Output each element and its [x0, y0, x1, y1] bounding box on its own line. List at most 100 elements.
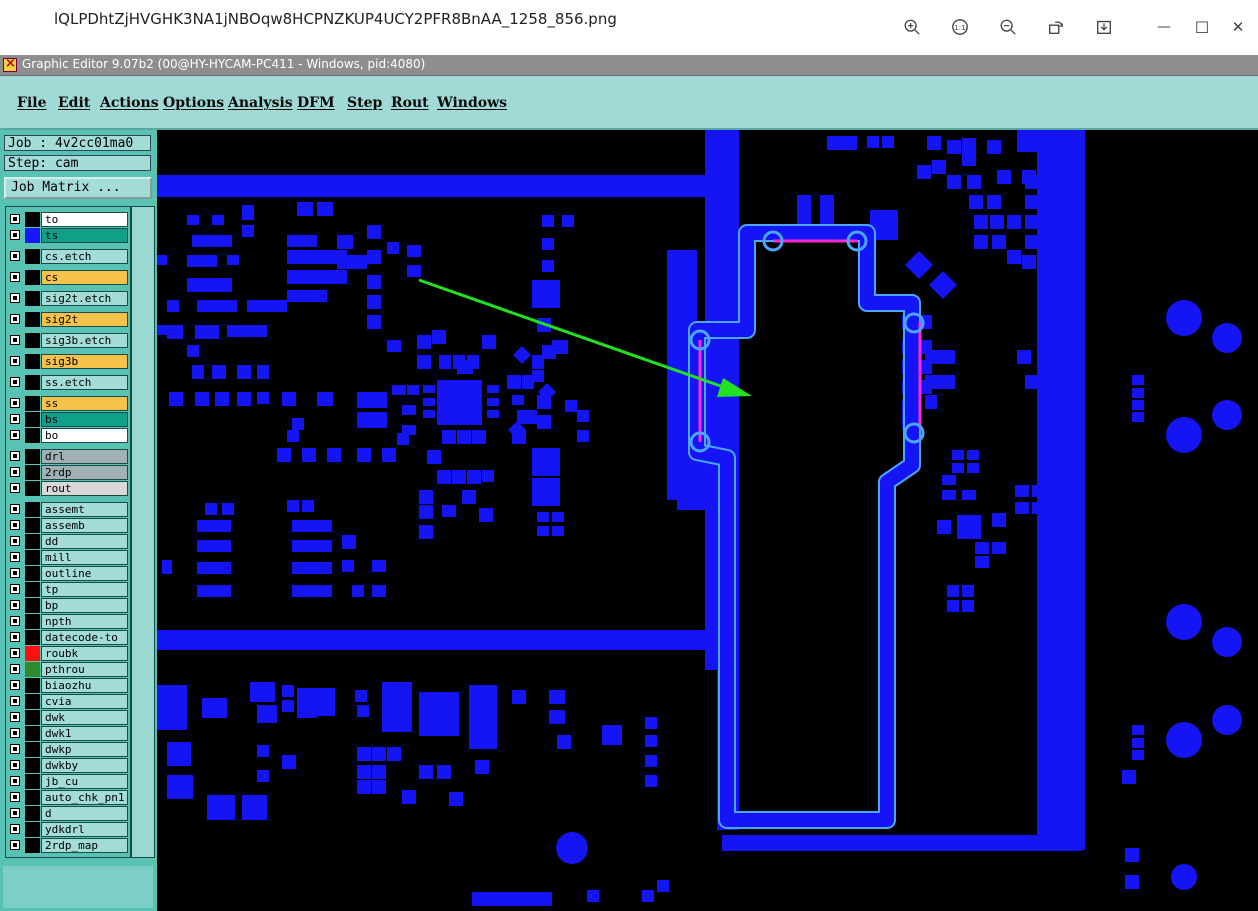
layer-color-swatch[interactable]	[25, 465, 40, 480]
layer-color-swatch[interactable]	[25, 212, 40, 227]
layer-row-cs[interactable]: cs	[8, 270, 128, 285]
layer-color-swatch[interactable]	[25, 354, 40, 369]
layer-checkbox[interactable]	[10, 467, 20, 477]
layer-checkbox[interactable]	[10, 776, 20, 786]
layer-row-ydkdrl[interactable]: ydkdrl	[8, 822, 128, 837]
layer-name-label[interactable]: sig3b.etch	[41, 333, 128, 348]
layer-checkbox[interactable]	[10, 520, 20, 530]
layer-row-dwk[interactable]: dwk	[8, 710, 128, 725]
layer-color-swatch[interactable]	[25, 550, 40, 565]
layer-color-swatch[interactable]	[25, 566, 40, 581]
pcb-canvas[interactable]	[157, 130, 1258, 911]
layer-row-bp[interactable]: bp	[8, 598, 128, 613]
layer-checkbox[interactable]	[10, 483, 20, 493]
layer-name-label[interactable]: jb_cu	[41, 774, 128, 789]
layer-checkbox[interactable]	[10, 377, 20, 387]
layer-row-dwkp[interactable]: dwkp	[8, 742, 128, 757]
layer-name-label[interactable]: biaozhu	[41, 678, 128, 693]
layer-color-swatch[interactable]	[25, 291, 40, 306]
layer-row-sig3b[interactable]: sig3b	[8, 354, 128, 369]
layer-row-roubk[interactable]: roubk	[8, 646, 128, 661]
layer-checkbox[interactable]	[10, 504, 20, 514]
layer-name-label[interactable]: dwkby	[41, 758, 128, 773]
layer-name-label[interactable]: 2rdp	[41, 465, 128, 480]
download-icon[interactable]	[1093, 16, 1115, 38]
menu-edit[interactable]: Edit	[58, 95, 90, 111]
menu-analysis[interactable]: Analysis	[228, 95, 293, 111]
layer-checkbox[interactable]	[10, 792, 20, 802]
layer-color-swatch[interactable]	[25, 598, 40, 613]
layer-row-datecode-to[interactable]: datecode-to	[8, 630, 128, 645]
layer-checkbox[interactable]	[10, 314, 20, 324]
layer-name-label[interactable]: to	[41, 212, 128, 227]
layer-name-label[interactable]: datecode-to	[41, 630, 128, 645]
layer-color-swatch[interactable]	[25, 806, 40, 821]
job-matrix-button[interactable]: Job Matrix ...	[4, 177, 152, 199]
menu-options[interactable]: Options	[163, 95, 224, 111]
layer-color-swatch[interactable]	[25, 396, 40, 411]
layer-checkbox[interactable]	[10, 616, 20, 626]
layer-checkbox[interactable]	[10, 356, 20, 366]
layer-row-dwk1[interactable]: dwk1	[8, 726, 128, 741]
layer-row-dd[interactable]: dd	[8, 534, 128, 549]
layer-row-sig3b.etch[interactable]: sig3b.etch	[8, 333, 128, 348]
menu-dfm[interactable]: DFM	[297, 95, 335, 111]
layer-row-sig2t.etch[interactable]: sig2t.etch	[8, 291, 128, 306]
menu-rout[interactable]: Rout	[391, 95, 429, 111]
layer-color-swatch[interactable]	[25, 790, 40, 805]
zoom-out-icon[interactable]	[997, 16, 1019, 38]
layer-color-swatch[interactable]	[25, 614, 40, 629]
layer-color-swatch[interactable]	[25, 630, 40, 645]
layer-color-swatch[interactable]	[25, 428, 40, 443]
layer-checkbox[interactable]	[10, 760, 20, 770]
layer-checkbox[interactable]	[10, 632, 20, 642]
layer-name-label[interactable]: auto_chk_pn1	[41, 790, 128, 805]
layer-row-rout[interactable]: rout	[8, 481, 128, 496]
minimize-button[interactable]: —	[1153, 16, 1175, 38]
layer-checkbox[interactable]	[10, 552, 20, 562]
menu-actions[interactable]: Actions	[100, 95, 159, 111]
layer-checkbox[interactable]	[10, 451, 20, 461]
layer-row-bo[interactable]: bo	[8, 428, 128, 443]
layer-name-label[interactable]: dwkp	[41, 742, 128, 757]
layer-checkbox[interactable]	[10, 398, 20, 408]
layer-row-auto_chk_pn1[interactable]: auto_chk_pn1	[8, 790, 128, 805]
layer-color-swatch[interactable]	[25, 502, 40, 517]
layer-checkbox[interactable]	[10, 584, 20, 594]
actual-size-icon[interactable]: 1:1	[949, 16, 971, 38]
layer-name-label[interactable]: assemt	[41, 502, 128, 517]
layer-color-swatch[interactable]	[25, 822, 40, 837]
layer-name-label[interactable]: mill	[41, 550, 128, 565]
layer-color-swatch[interactable]	[25, 678, 40, 693]
close-button[interactable]: ✕	[1227, 16, 1249, 38]
layer-name-label[interactable]: ydkdrl	[41, 822, 128, 837]
layer-row-sig2t[interactable]: sig2t	[8, 312, 128, 327]
layer-checkbox[interactable]	[10, 536, 20, 546]
layer-row-mill[interactable]: mill	[8, 550, 128, 565]
layer-name-label[interactable]: assemb	[41, 518, 128, 533]
layer-name-label[interactable]: sig2t	[41, 312, 128, 327]
layer-row-npth[interactable]: npth	[8, 614, 128, 629]
layer-checkbox[interactable]	[10, 230, 20, 240]
layer-checkbox[interactable]	[10, 808, 20, 818]
layer-row-jb_cu[interactable]: jb_cu	[8, 774, 128, 789]
layer-name-label[interactable]: bo	[41, 428, 128, 443]
layer-name-label[interactable]: d	[41, 806, 128, 821]
layer-row-pthrou[interactable]: pthrou	[8, 662, 128, 677]
layer-scrollbar[interactable]	[131, 206, 155, 858]
layer-color-swatch[interactable]	[25, 582, 40, 597]
layer-row-assemb[interactable]: assemb	[8, 518, 128, 533]
layer-row-2rdp_map[interactable]: 2rdp_map	[8, 838, 128, 853]
layer-checkbox[interactable]	[10, 335, 20, 345]
layer-row-drl[interactable]: drl	[8, 449, 128, 464]
layer-name-label[interactable]: cs.etch	[41, 249, 128, 264]
zoom-in-icon[interactable]	[901, 16, 923, 38]
layer-checkbox[interactable]	[10, 272, 20, 282]
layer-color-swatch[interactable]	[25, 742, 40, 757]
layer-row-tp[interactable]: tp	[8, 582, 128, 597]
layer-checkbox[interactable]	[10, 293, 20, 303]
layer-checkbox[interactable]	[10, 712, 20, 722]
layer-checkbox[interactable]	[10, 696, 20, 706]
layer-color-swatch[interactable]	[25, 481, 40, 496]
layer-checkbox[interactable]	[10, 568, 20, 578]
